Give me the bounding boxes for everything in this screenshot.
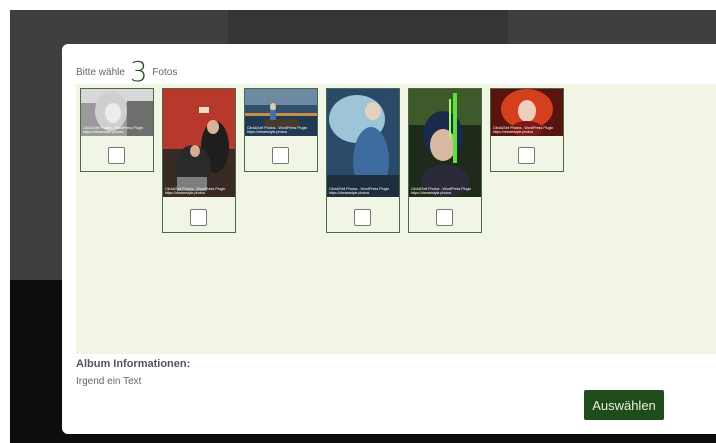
photo-card[interactable]: Click&Sell Photos - WordPress Plugin htt… (244, 88, 318, 172)
photo-checkbox[interactable] (108, 147, 125, 164)
photo-checkbox[interactable] (354, 209, 371, 226)
select-button[interactable]: Auswählen (584, 390, 664, 420)
photo-thumbnail[interactable]: Click&Sell Photos - WordPress Plugin htt… (409, 89, 481, 197)
selection-prompt: Bitte wähle 3 Fotos (76, 58, 178, 86)
photo-thumbnail[interactable]: Click&Sell Photos - WordPress Plugin htt… (327, 89, 399, 197)
photo-card[interactable]: Click&Sell Photos - WordPress Plugin htt… (490, 88, 564, 172)
photo-watermark: Click&Sell Photos - WordPress Plugin htt… (247, 126, 308, 134)
prompt-prefix: Bitte wähle (76, 67, 125, 78)
photo-card[interactable]: Click&Sell Photos - WordPress Plugin htt… (162, 88, 236, 233)
photo-watermark: Click&Sell Photos - WordPress Plugin htt… (493, 126, 554, 134)
photo-checkbox[interactable] (436, 209, 453, 226)
photo-watermark: Click&Sell Photos - WordPress Plugin htt… (329, 187, 390, 195)
photo-checkbox[interactable] (272, 147, 289, 164)
photo-card[interactable]: Click&Sell Photos - WordPress Plugin htt… (408, 88, 482, 233)
prompt-suffix: Fotos (152, 67, 178, 78)
photo-thumbnail[interactable]: Click&Sell Photos - WordPress Plugin htt… (163, 89, 235, 197)
photo-selection-dialog: Bitte wähle 3 Fotos Click&Sell Photos - … (62, 44, 716, 434)
photo-card[interactable]: Click&Sell Photos - WordPress Plugin htt… (80, 88, 154, 172)
photo-thumbnail[interactable]: Click&Sell Photos - WordPress Plugin htt… (245, 89, 317, 136)
album-info-text: Irgend ein Text (76, 376, 142, 387)
photo-gallery: Click&Sell Photos - WordPress Plugin htt… (76, 84, 716, 354)
photo-thumbnail[interactable]: Click&Sell Photos - WordPress Plugin htt… (491, 89, 563, 136)
page-backdrop-band (228, 10, 508, 44)
photo-checkbox[interactable] (518, 147, 535, 164)
photo-thumbnail[interactable]: Click&Sell Photos - WordPress Plugin htt… (81, 89, 153, 136)
photo-watermark: Click&Sell Photos - WordPress Plugin htt… (83, 126, 144, 134)
photo-card[interactable]: Click&Sell Photos - WordPress Plugin htt… (326, 88, 400, 233)
album-info-label: Album Informationen: (76, 358, 191, 370)
photo-watermark: Click&Sell Photos - WordPress Plugin htt… (411, 187, 472, 195)
photo-watermark: Click&Sell Photos - WordPress Plugin htt… (165, 187, 226, 195)
photo-checkbox[interactable] (190, 209, 207, 226)
